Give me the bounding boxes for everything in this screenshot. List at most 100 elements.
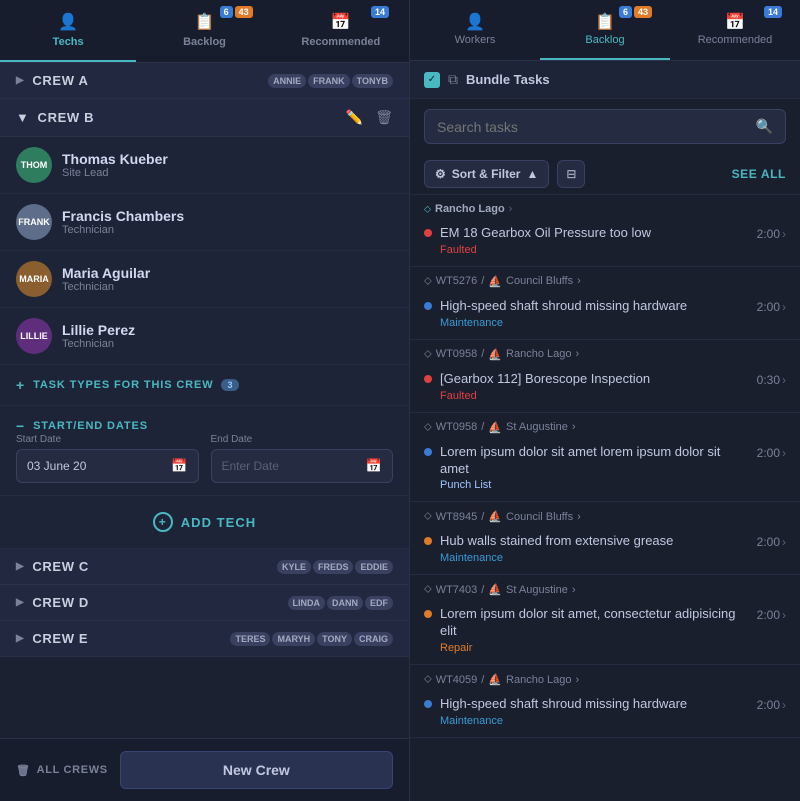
task-item-3[interactable]: [Gearbox 112] Borescope Inspection Fault… [410, 365, 800, 412]
add-tech-button[interactable]: + ADD TECH [0, 496, 409, 549]
delete-icon[interactable]: 🗑 [375, 109, 393, 126]
member-lillie-role: Technician [62, 338, 393, 350]
crew-d-triangle: ▶ [16, 597, 24, 608]
location-name-6: St Augustine [506, 584, 568, 596]
location-name-3: Rancho Lago [506, 348, 571, 360]
location-name-7: Rancho Lago [506, 674, 571, 686]
crew-c-header[interactable]: ▶ CREW C KYLE FREDS EDDIE [0, 549, 409, 585]
search-bar[interactable]: 🔍 [424, 109, 786, 144]
left-tab-bar: 👤 Techs 6 43 📋 Backlog 14 📅 Recommended [0, 0, 409, 63]
plus-icon: + [16, 377, 25, 393]
minus-icon: − [16, 418, 25, 434]
crew-e-triangle: ▶ [16, 633, 24, 644]
member-thomas-name: Thomas Kueber [62, 151, 393, 167]
task-item-1[interactable]: EM 18 Gearbox Oil Pressure too low Fault… [410, 219, 800, 266]
end-date-field: End Date Enter Date 📅 [211, 434, 394, 483]
task-types-label: TASK TYPES FOR THIS CREW [33, 379, 213, 391]
member-thomas[interactable]: THOM Thomas Kueber Site Lead [0, 137, 409, 194]
tab-techs-label: Techs [53, 36, 84, 48]
task-type-3: Faulted [440, 390, 749, 402]
avatar-frank: FRANK [16, 204, 52, 240]
end-date-placeholder: Enter Date [222, 459, 279, 473]
member-francis[interactable]: FRANK Francis Chambers Technician [0, 194, 409, 251]
task-time-6: 2:00 › [757, 608, 786, 622]
task-types-count: 3 [221, 379, 239, 391]
right-recommended-badges: 14 [764, 6, 782, 18]
task-title-2: High-speed shaft shroud missing hardware [440, 298, 749, 315]
crew-d-avatars: LINDA DANN EDF [288, 596, 394, 610]
tab-recommended-label-left: Recommended [301, 36, 380, 48]
tab-recommended-right[interactable]: 14 📅 Recommended [670, 0, 800, 60]
location-arrow-4: ⬦ [424, 421, 432, 434]
add-tech-circle-icon: + [153, 512, 173, 532]
tab-techs[interactable]: 👤 Techs [0, 0, 136, 62]
priority-dot-1 [424, 229, 432, 237]
member-maria-name: Maria Aguilar [62, 265, 393, 281]
location-arrow-7: ⬦ [424, 673, 432, 686]
priority-dot-7 [424, 700, 432, 708]
edit-icon[interactable]: ✏️ [346, 109, 363, 126]
priority-dot-2 [424, 302, 432, 310]
start-date-value: 03 June 20 [27, 459, 86, 473]
location-arrow-3: ⬦ [424, 348, 432, 361]
crew-e-header[interactable]: ▶ CREW E TERES MARYH TONY CRAIG [0, 621, 409, 657]
workers-icon: 👤 [465, 12, 485, 32]
task-item-6[interactable]: Lorem ipsum dolor sit amet, consectetur … [410, 600, 800, 664]
tab-backlog-left[interactable]: 6 43 📋 Backlog [136, 0, 272, 62]
tab-workers[interactable]: 👤 Workers [410, 0, 540, 60]
all-crews-button[interactable]: 🗑 ALL CREWS [16, 764, 108, 777]
crew-a-header[interactable]: ▶ CREW A ANNIE FRANK TONYB [0, 63, 409, 99]
member-thomas-role: Site Lead [62, 167, 393, 179]
start-date-input[interactable]: 03 June 20 📅 [16, 449, 199, 483]
bundle-checkbox[interactable]: ✓ [424, 72, 440, 88]
backlog-badges: 6 43 [220, 6, 253, 18]
left-footer: 🗑 ALL CREWS New Crew [0, 738, 409, 801]
recommended-icon-right: 📅 [725, 12, 745, 32]
new-crew-button[interactable]: New Crew [120, 751, 393, 789]
crew-d-header[interactable]: ▶ CREW D LINDA DANN EDF [0, 585, 409, 621]
task-type-6: Repair [440, 642, 749, 654]
task-content-5: Hub walls stained from extensive grease … [440, 533, 749, 564]
techs-icon: 👤 [58, 12, 78, 32]
see-all-button[interactable]: SEE ALL [732, 167, 786, 181]
task-location-3: ⬦ WT0958 / ⛵ Rancho Lago › [410, 340, 800, 365]
bundle-tasks-row[interactable]: ✓ ⧉ Bundle Tasks [410, 61, 800, 99]
filter-icon: ⚙ [435, 167, 446, 181]
dates-section: Start Date 03 June 20 📅 End Date Enter D… [0, 434, 409, 496]
calendar-icon-start: 📅 [171, 458, 187, 474]
search-input[interactable] [437, 119, 748, 135]
crew-b-header[interactable]: ▼ CREW B ✏️ 🗑 [0, 99, 409, 137]
member-francis-role: Technician [62, 224, 393, 236]
priority-dot-6 [424, 610, 432, 618]
subloc-icon-2: ⛵ [488, 275, 502, 288]
task-content-6: Lorem ipsum dolor sit amet, consectetur … [440, 606, 749, 654]
task-time-2: 2:00 › [757, 300, 786, 314]
task-types-row[interactable]: + TASK TYPES FOR THIS CREW 3 [0, 365, 409, 406]
task-content-7: High-speed shaft shroud missing hardware… [440, 696, 749, 727]
subloc-icon-5: ⛵ [488, 510, 502, 523]
task-item-5[interactable]: Hub walls stained from extensive grease … [410, 527, 800, 574]
task-type-5: Maintenance [440, 552, 749, 564]
tab-backlog-right[interactable]: 6 43 📋 Backlog [540, 0, 670, 60]
member-francis-name: Francis Chambers [62, 208, 393, 224]
task-title-3: [Gearbox 112] Borescope Inspection [440, 371, 749, 388]
task-item-4[interactable]: Lorem ipsum dolor sit amet lorem ipsum d… [410, 438, 800, 502]
member-lillie[interactable]: LILLIE Lillie Perez Technician [0, 308, 409, 365]
crew-d-label: CREW D [32, 595, 89, 610]
task-item-7[interactable]: High-speed shaft shroud missing hardware… [410, 690, 800, 737]
end-date-input[interactable]: Enter Date 📅 [211, 449, 394, 483]
all-crews-label: ALL CREWS [37, 764, 108, 776]
start-end-row[interactable]: − START/END DATES [0, 406, 409, 434]
task-item-2[interactable]: High-speed shaft shroud missing hardware… [410, 292, 800, 339]
member-maria[interactable]: MARIA Maria Aguilar Technician [0, 251, 409, 308]
task-group-2: ⬦ WT5276 / ⛵ Council Bluffs › High-speed… [410, 267, 800, 340]
split-button[interactable]: ⊟ [557, 160, 585, 188]
task-location-2: ⬦ WT5276 / ⛵ Council Bluffs › [410, 267, 800, 292]
task-content-1: EM 18 Gearbox Oil Pressure too low Fault… [440, 225, 749, 256]
location-name-1: Rancho Lago [435, 203, 505, 215]
sort-filter-button[interactable]: ⚙ Sort & Filter ▲ [424, 160, 549, 188]
right-tab-bar: 👤 Workers 6 43 📋 Backlog 14 📅 Recommende… [410, 0, 800, 61]
filter-bar: ⚙ Sort & Filter ▲ ⊟ SEE ALL [410, 154, 800, 195]
tab-recommended-left[interactable]: 14 📅 Recommended [273, 0, 409, 62]
search-icon: 🔍 [756, 118, 773, 135]
